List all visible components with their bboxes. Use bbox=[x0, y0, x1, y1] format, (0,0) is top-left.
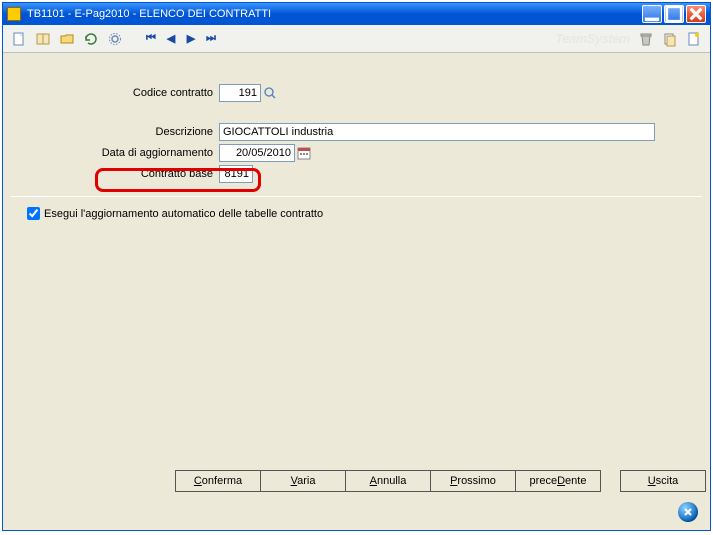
toolbar-book-icon[interactable] bbox=[33, 29, 53, 49]
codice-contratto-label: Codice contratto bbox=[3, 87, 219, 99]
annulla-button[interactable]: Annulla bbox=[345, 470, 431, 492]
contratto-base-label: Contratto base bbox=[3, 168, 219, 180]
toolbar-right bbox=[636, 29, 704, 49]
row-codice-contratto: Codice contratto bbox=[3, 83, 710, 103]
conferma-button[interactable]: Conferma bbox=[175, 470, 261, 492]
precedente-button[interactable]: preceDente bbox=[515, 470, 601, 492]
app-window: TB1101 - E-Pag2010 - ELENCO DEI CONTRATT… bbox=[2, 2, 711, 531]
toolbar-copy-icon[interactable] bbox=[660, 29, 680, 49]
minimize-button[interactable] bbox=[642, 5, 662, 23]
auto-update-label: Esegui l'aggiornamento automatico delle … bbox=[44, 208, 323, 220]
toolbar: ⏮ ◀ ▶ ⏭ TeamSystem bbox=[3, 25, 710, 53]
descrizione-input[interactable] bbox=[219, 123, 655, 141]
varia-button[interactable]: Varia bbox=[260, 470, 346, 492]
lookup-icon[interactable] bbox=[263, 86, 277, 100]
row-contratto-base: Contratto base bbox=[3, 164, 710, 184]
maximize-button[interactable] bbox=[664, 5, 684, 23]
window-buttons bbox=[642, 5, 706, 23]
app-icon bbox=[7, 7, 21, 21]
titlebar: TB1101 - E-Pag2010 - ELENCO DEI CONTRATT… bbox=[3, 3, 710, 25]
toolbar-new-icon[interactable] bbox=[9, 29, 29, 49]
close-button[interactable] bbox=[686, 5, 706, 23]
divider bbox=[11, 196, 702, 197]
nav-prev-icon[interactable]: ◀ bbox=[163, 32, 179, 45]
nav-first-icon[interactable]: ⏮ bbox=[143, 32, 159, 45]
auto-update-checkbox[interactable] bbox=[27, 207, 40, 220]
uscita-button[interactable]: Uscita bbox=[620, 470, 706, 492]
contratto-base-input[interactable] bbox=[219, 165, 253, 183]
row-data-aggiornamento: Data di aggiornamento bbox=[3, 143, 710, 163]
row-descrizione: Descrizione bbox=[3, 122, 710, 142]
button-bar: Conferma Varia Annulla Prossimo preceDen… bbox=[3, 470, 710, 492]
data-agg-input[interactable] bbox=[219, 144, 295, 162]
prossimo-button[interactable]: Prossimo bbox=[430, 470, 516, 492]
checkbox-row: Esegui l'aggiornamento automatico delle … bbox=[3, 207, 710, 220]
toolbar-trash-icon[interactable] bbox=[636, 29, 656, 49]
brand-label: TeamSystem bbox=[555, 31, 630, 46]
titlebar-left: TB1101 - E-Pag2010 - ELENCO DEI CONTRATT… bbox=[7, 7, 271, 21]
data-agg-label: Data di aggiornamento bbox=[3, 147, 219, 159]
toolbar-refresh-icon[interactable] bbox=[81, 29, 101, 49]
nav-next-icon[interactable]: ▶ bbox=[183, 32, 199, 45]
calendar-icon[interactable] bbox=[296, 145, 312, 161]
close-orb-icon[interactable] bbox=[678, 502, 698, 522]
nav-last-icon[interactable]: ⏭ bbox=[203, 32, 219, 45]
toolbar-gear-icon[interactable] bbox=[105, 29, 125, 49]
descrizione-label: Descrizione bbox=[3, 126, 219, 138]
content-area: Codice contratto Descrizione Data di agg… bbox=[3, 53, 710, 530]
window-title: TB1101 - E-Pag2010 - ELENCO DEI CONTRATT… bbox=[27, 8, 271, 20]
toolbar-folder-icon[interactable] bbox=[57, 29, 77, 49]
toolbar-new2-icon[interactable] bbox=[684, 29, 704, 49]
codice-contratto-input[interactable] bbox=[219, 84, 261, 102]
